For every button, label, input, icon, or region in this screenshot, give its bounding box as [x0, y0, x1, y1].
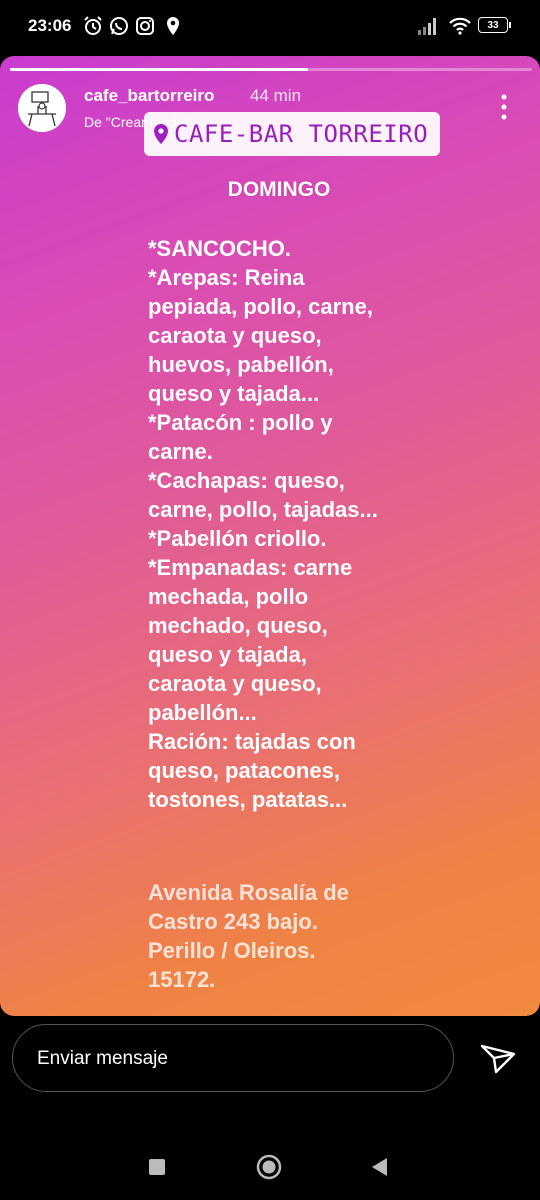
menu-line: mechado, queso,	[148, 613, 328, 638]
menu-line: mechada, pollo	[148, 584, 309, 609]
menu-line: *Patacón : pollo y	[148, 410, 333, 435]
menu-line: queso y tajada...	[148, 381, 320, 406]
location-pin-icon	[154, 124, 168, 144]
menu-line: tostones, patatas...	[148, 787, 348, 812]
address-line: 15172.	[148, 967, 216, 992]
menu-line: carne.	[148, 439, 213, 464]
location-sticker[interactable]: CAFE-BAR TORREIRO	[144, 112, 441, 156]
story-username[interactable]: cafe_bartorreiro	[84, 86, 214, 106]
story-time-ago: 44 min	[250, 86, 302, 105]
menu-line: queso, patacones,	[148, 758, 340, 783]
menu-line: Ración: tajadas con	[148, 729, 356, 754]
menu-line: caraota y queso,	[148, 671, 322, 696]
home-button[interactable]	[254, 1152, 284, 1182]
system-nav-bar	[0, 1130, 540, 1200]
message-input[interactable]	[35, 1044, 419, 1074]
status-bar: 23:06 33	[0, 0, 540, 52]
alarm-icon	[84, 16, 102, 35]
wifi-icon	[449, 17, 471, 35]
battery-tip	[509, 22, 511, 28]
back-button[interactable]	[364, 1152, 394, 1182]
menu-line: *SANCOCHO.	[148, 236, 292, 261]
story-title: DOMINGO	[227, 178, 331, 201]
menu-line: queso y tajada,	[148, 642, 307, 667]
recents-square-icon	[149, 1159, 165, 1175]
recents-button[interactable]	[142, 1152, 172, 1182]
location-pin-icon	[167, 17, 179, 35]
menu-line: *Cachapas: queso,	[148, 468, 345, 493]
signal-icon	[418, 18, 436, 35]
battery-icon: 33	[478, 17, 508, 33]
address-line: Avenida Rosalía de	[148, 880, 349, 905]
menu-line: pabellón...	[148, 700, 257, 725]
story-progress-bar	[10, 68, 532, 71]
address-line: Perillo / Oleiros.	[148, 938, 316, 963]
menu-line: *Empanadas: carne	[148, 555, 353, 580]
avatar[interactable]	[18, 84, 66, 132]
menu-line: huevos, pabellón,	[148, 352, 334, 377]
home-circle-icon	[256, 1154, 282, 1180]
story-progress-fill	[10, 68, 308, 71]
status-time: 23:06	[28, 16, 72, 35]
menu-line: pepiada, pollo, carne,	[148, 294, 373, 319]
more-vertical-icon[interactable]	[494, 92, 514, 122]
story-card[interactable]: cafe_bartorreiro 44 min De "Crear modo" …	[0, 56, 540, 1016]
whatsapp-icon	[110, 17, 128, 35]
menu-text: *SANCOCHO. *Arepas: Reina pepiada, pollo, …	[148, 234, 478, 814]
send-icon[interactable]	[478, 1038, 518, 1078]
battery-level: 33	[487, 19, 499, 31]
address-line: Castro 243 bajo.	[148, 909, 318, 934]
menu-line: *Pabellón criollo.	[148, 526, 327, 551]
avatar-illustration-icon	[18, 84, 66, 132]
instagram-icon	[136, 17, 154, 35]
menu-line: carne, pollo, tajadas...	[148, 497, 378, 522]
back-triangle-icon	[372, 1158, 387, 1176]
reply-bar[interactable]	[12, 1024, 454, 1092]
menu-line: *Arepas: Reina	[148, 265, 305, 290]
menu-line: caraota y queso,	[148, 323, 322, 348]
address-text: Avenida Rosalía de Castro 243 bajo. Perill…	[148, 878, 478, 994]
location-name: CAFE-BAR TORREIRO	[174, 120, 429, 148]
